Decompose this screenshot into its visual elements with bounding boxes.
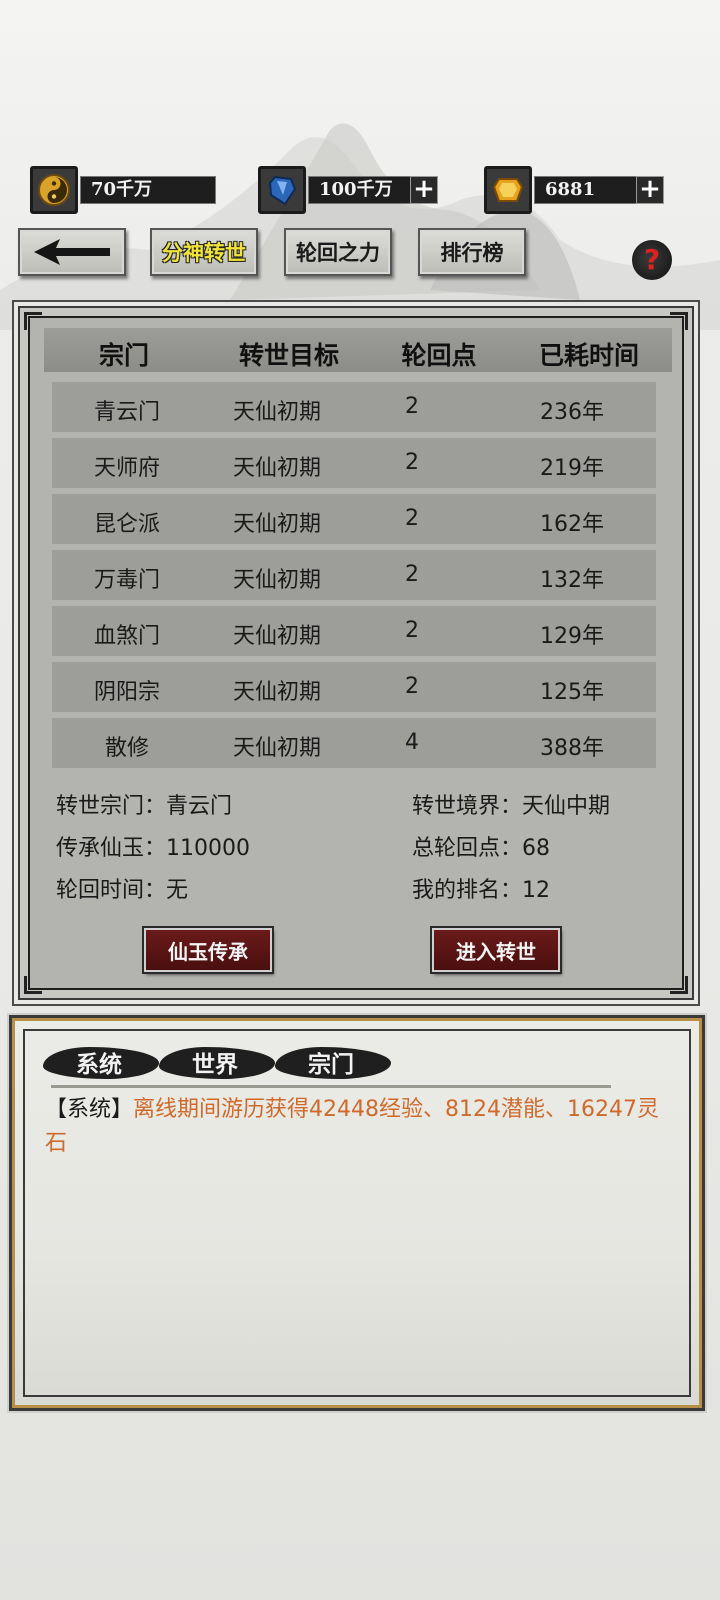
- cell-points: 2: [405, 562, 419, 587]
- ink-mountain-background: [0, 123, 720, 330]
- cell-sect: 血煞门: [93, 624, 160, 649]
- frame-corner: [24, 976, 42, 994]
- table-row[interactable]: 散修 天仙初期 4 388年: [52, 718, 656, 768]
- chat-message-tag: 【系统】: [45, 1097, 134, 1122]
- help-icon[interactable]: ?: [632, 240, 672, 280]
- chat-panel: 系统 世界 宗门 【系统】离线期间游历获得42448经验、8124潜能、1624…: [12, 1018, 702, 1408]
- header-sect: 宗门: [98, 341, 149, 370]
- frame-corner: [670, 976, 688, 994]
- cell-target: 天仙初期: [232, 736, 321, 761]
- info-reincarnation-time: 轮回时间：无: [56, 878, 189, 903]
- cell-target: 天仙初期: [232, 400, 321, 425]
- table-row[interactable]: 血煞门 天仙初期 2 129年: [52, 606, 656, 656]
- cell-target: 天仙初期: [232, 512, 321, 537]
- header-time: 已耗时间: [538, 341, 639, 370]
- cell-time: 162年: [540, 512, 604, 537]
- chat-message: 【系统】离线期间游历获得42448经验、8124潜能、16247灵石: [45, 1093, 665, 1161]
- info-reincarnation-sect: 转世宗门：青云门: [56, 794, 233, 819]
- table-row[interactable]: 青云门 天仙初期 2 236年: [52, 382, 656, 432]
- cell-points: 4: [405, 730, 419, 755]
- chat-tab-label: 系统: [76, 1051, 122, 1078]
- cell-points: 2: [405, 394, 419, 419]
- tab-samsara-power[interactable]: 轮回之力: [284, 228, 392, 276]
- resource-value: 70千万: [80, 176, 216, 204]
- cell-target: 天仙初期: [232, 568, 321, 593]
- header-points: 轮回点: [401, 341, 477, 370]
- cell-time: 219年: [540, 456, 604, 481]
- cell-sect: 天师府: [93, 456, 160, 481]
- cell-time: 125年: [540, 680, 604, 705]
- enter-reincarnation-button[interactable]: 进入转世: [432, 928, 560, 972]
- gold-gem-icon: [484, 166, 532, 214]
- cell-sect: 阴阳宗: [93, 680, 160, 705]
- add-gold-button[interactable]: +: [636, 176, 664, 204]
- yin-yang-icon: [30, 166, 78, 214]
- cell-target: 天仙初期: [232, 456, 321, 481]
- table-row[interactable]: 万毒门 天仙初期 2 132年: [52, 550, 656, 600]
- cell-time: 129年: [540, 624, 604, 649]
- inherit-jade-button[interactable]: 仙玉传承: [144, 928, 272, 972]
- chat-tab-sect[interactable]: 宗门: [275, 1041, 391, 1083]
- info-total-points: 总轮回点：68: [412, 836, 550, 861]
- blue-crystal-icon: [258, 166, 306, 214]
- tab-leaderboard[interactable]: 排行榜: [418, 228, 526, 276]
- cell-sect: 青云门: [93, 400, 160, 425]
- arrow-left-icon: [34, 239, 110, 265]
- cell-points: 2: [405, 450, 419, 475]
- add-crystal-button[interactable]: +: [410, 176, 438, 204]
- info-reincarnation-realm: 转世境界：天仙中期: [412, 794, 611, 819]
- table-row[interactable]: 天师府 天仙初期 2 219年: [52, 438, 656, 488]
- chat-tab-system[interactable]: 系统: [43, 1041, 159, 1083]
- cell-points: 2: [405, 506, 419, 531]
- cell-time: 388年: [540, 736, 604, 761]
- cell-time: 132年: [540, 568, 604, 593]
- chat-tab-label: 世界: [192, 1051, 238, 1078]
- cell-target: 天仙初期: [232, 680, 321, 705]
- frame-corner: [24, 312, 42, 330]
- chat-divider: [51, 1085, 611, 1088]
- chat-message-text: 离线期间游历获得42448经验、8124潜能、16247灵石: [45, 1097, 659, 1156]
- cell-sect: 昆仑派: [93, 512, 160, 537]
- header-target: 转世目标: [238, 341, 339, 370]
- cell-points: 2: [405, 618, 419, 643]
- cell-points: 2: [405, 674, 419, 699]
- reincarnation-panel: 宗门 转世目标 轮回点 已耗时间 青云门 天仙初期 2 236年 天师府 天仙初…: [18, 306, 694, 1000]
- panel-inner: 宗门 转世目标 轮回点 已耗时间 青云门 天仙初期 2 236年 天师府 天仙初…: [28, 316, 684, 990]
- back-button[interactable]: [18, 228, 126, 276]
- table-row[interactable]: 昆仑派 天仙初期 2 162年: [52, 494, 656, 544]
- tab-reincarnation[interactable]: 分神转世: [150, 228, 258, 276]
- table-header: 宗门 转世目标 轮回点 已耗时间: [44, 328, 672, 372]
- chat-tab-label: 宗门: [308, 1051, 354, 1078]
- frame-corner: [670, 312, 688, 330]
- table-row[interactable]: 阴阳宗 天仙初期 2 125年: [52, 662, 656, 712]
- cell-target: 天仙初期: [232, 624, 321, 649]
- cell-sect: 散修: [104, 736, 149, 761]
- resource-yinyang: 70千万: [30, 166, 216, 214]
- cell-time: 236年: [540, 400, 604, 425]
- cell-sect: 万毒门: [93, 568, 160, 593]
- chat-tab-world[interactable]: 世界: [159, 1041, 275, 1083]
- info-my-rank: 我的排名：12: [412, 878, 550, 903]
- info-inherited-jade: 传承仙玉：110000: [56, 836, 250, 861]
